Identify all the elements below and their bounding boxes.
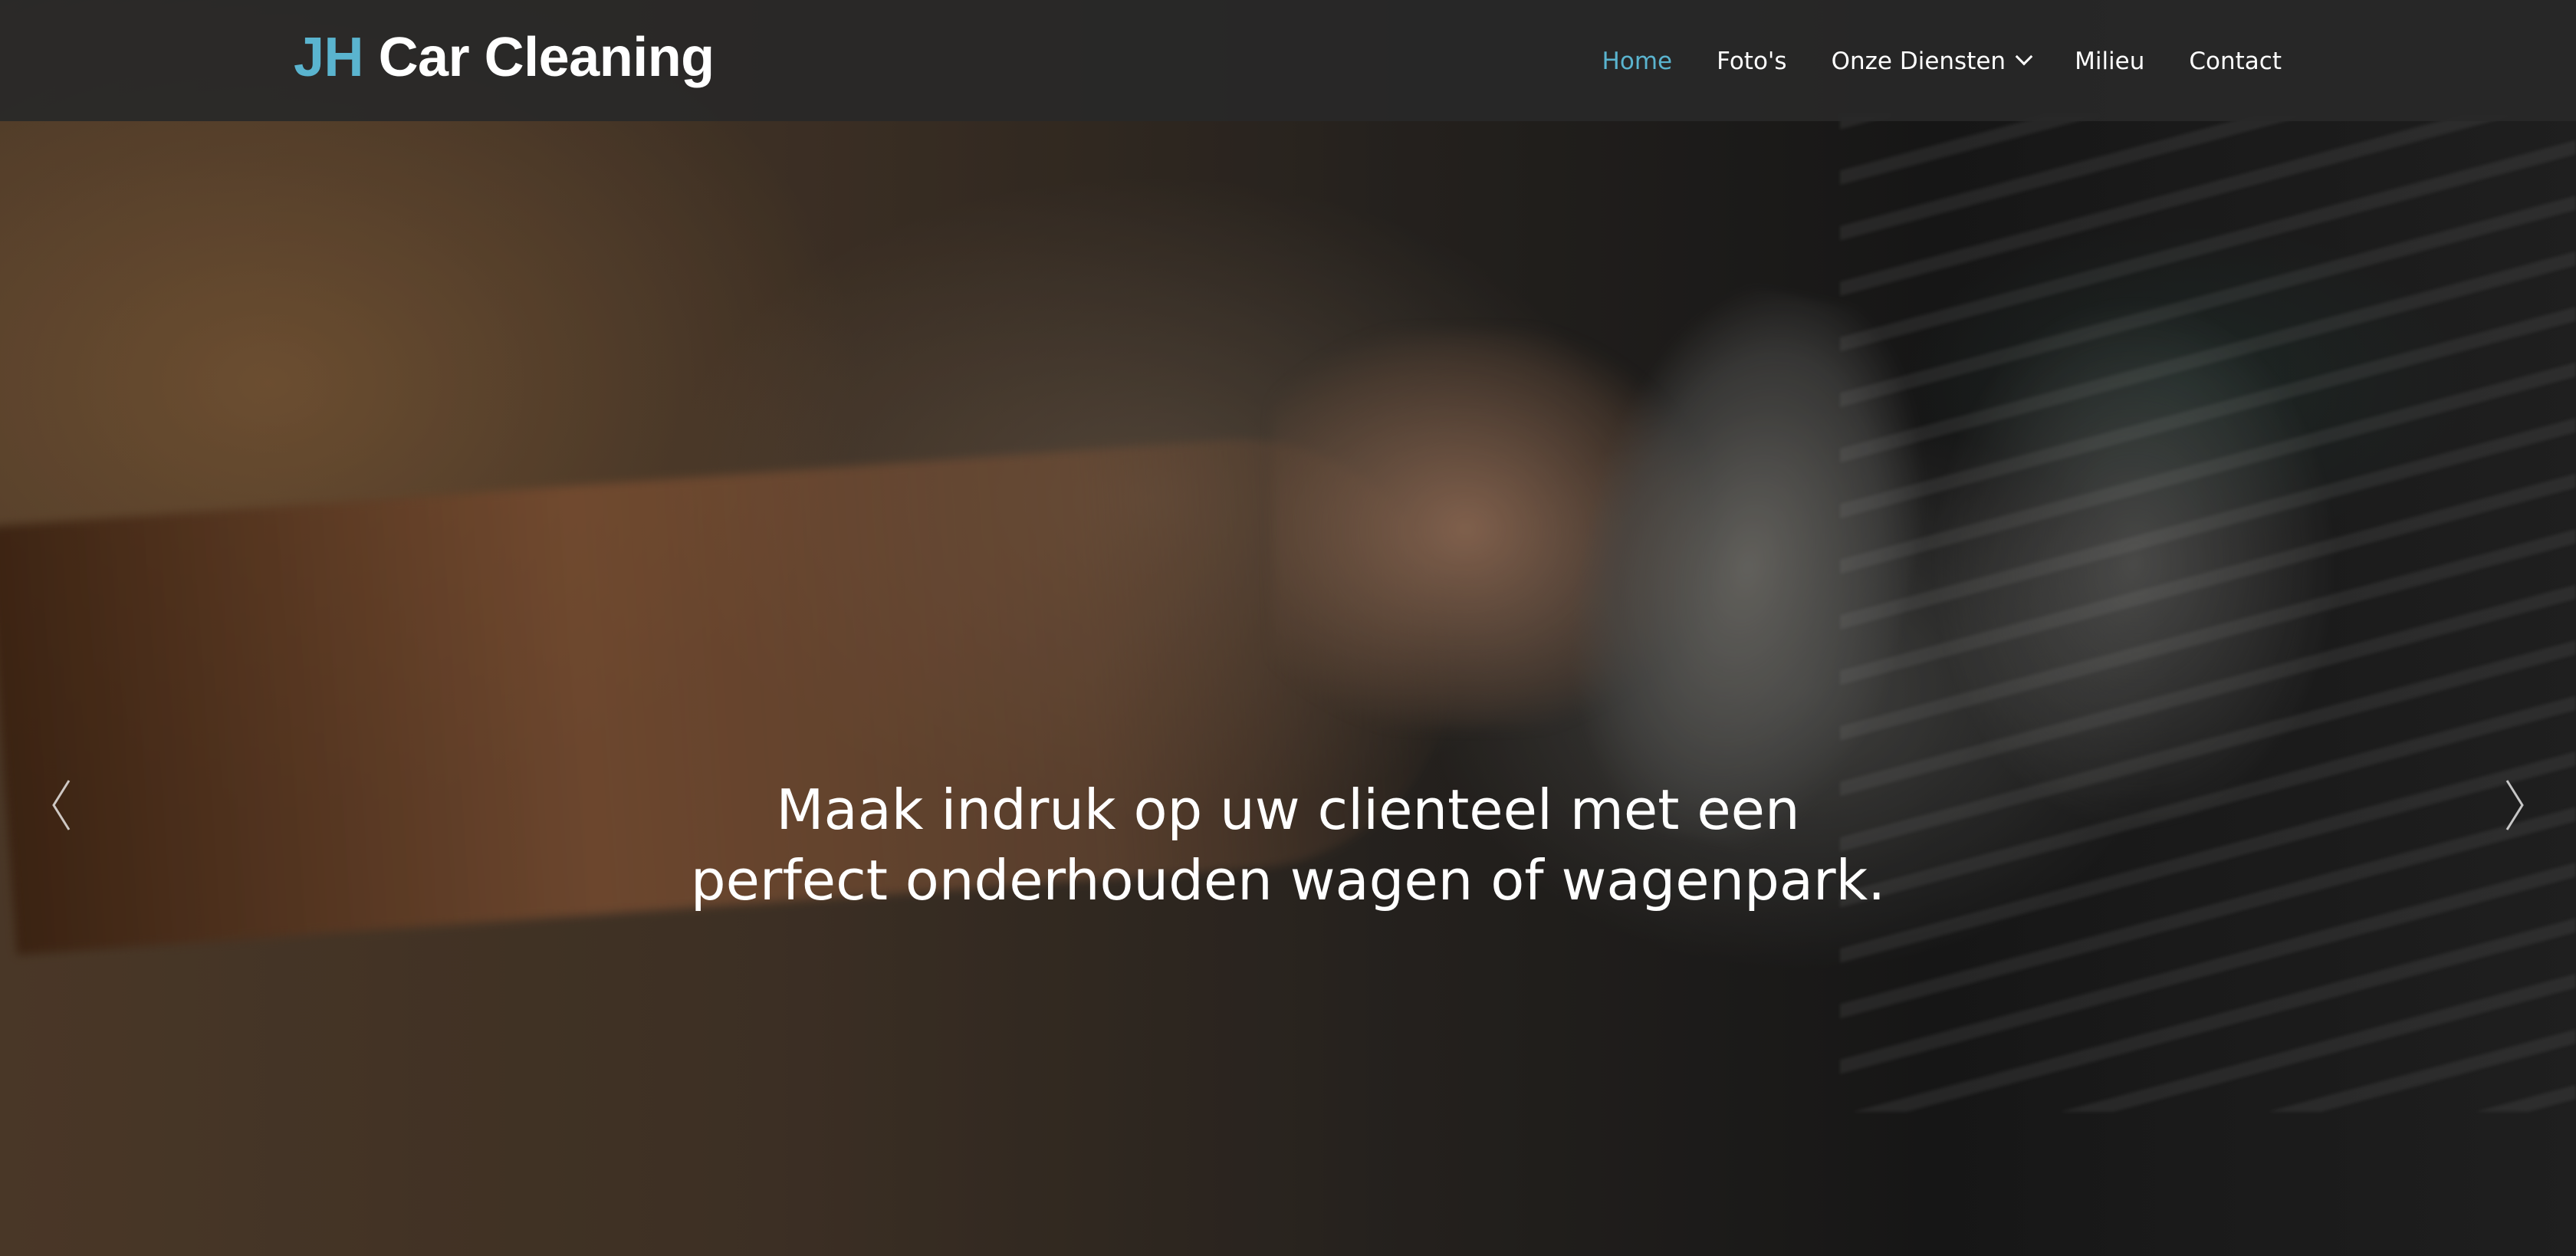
chevron-down-icon (2015, 48, 2033, 66)
hero-caption: Maak indruk op uw clienteel met een perf… (0, 774, 2576, 916)
nav-contact[interactable]: Contact (2189, 48, 2282, 75)
hero-slide-background (0, 0, 2576, 1256)
nav-fotos[interactable]: Foto's (1717, 48, 1787, 75)
nav-onze-diensten[interactable]: Onze Diensten (1831, 48, 2033, 75)
hero-caption-line-2: perfect onderhouden wagen of wagenpark. (690, 848, 1886, 912)
brand-accent: JH (294, 27, 364, 88)
brand-name: Car Cleaning (378, 27, 715, 88)
nav-onze-diensten-label: Onze Diensten (1831, 48, 2006, 75)
nav-milieu[interactable]: Milieu (2075, 48, 2144, 75)
hero-image-hand (1273, 330, 1702, 728)
hero-image-foam (1840, 115, 2576, 1112)
navbar: JH Car Cleaning Home Foto's Onze Dienste… (0, 0, 2576, 121)
main-nav: Home Foto's Onze Diensten Milieu Contact (1602, 31, 2282, 92)
nav-home[interactable]: Home (1602, 48, 1673, 75)
brand-logo[interactable]: JH Car Cleaning (294, 23, 715, 92)
hero-caption-line-1: Maak indruk op uw clienteel met een (776, 778, 1800, 842)
